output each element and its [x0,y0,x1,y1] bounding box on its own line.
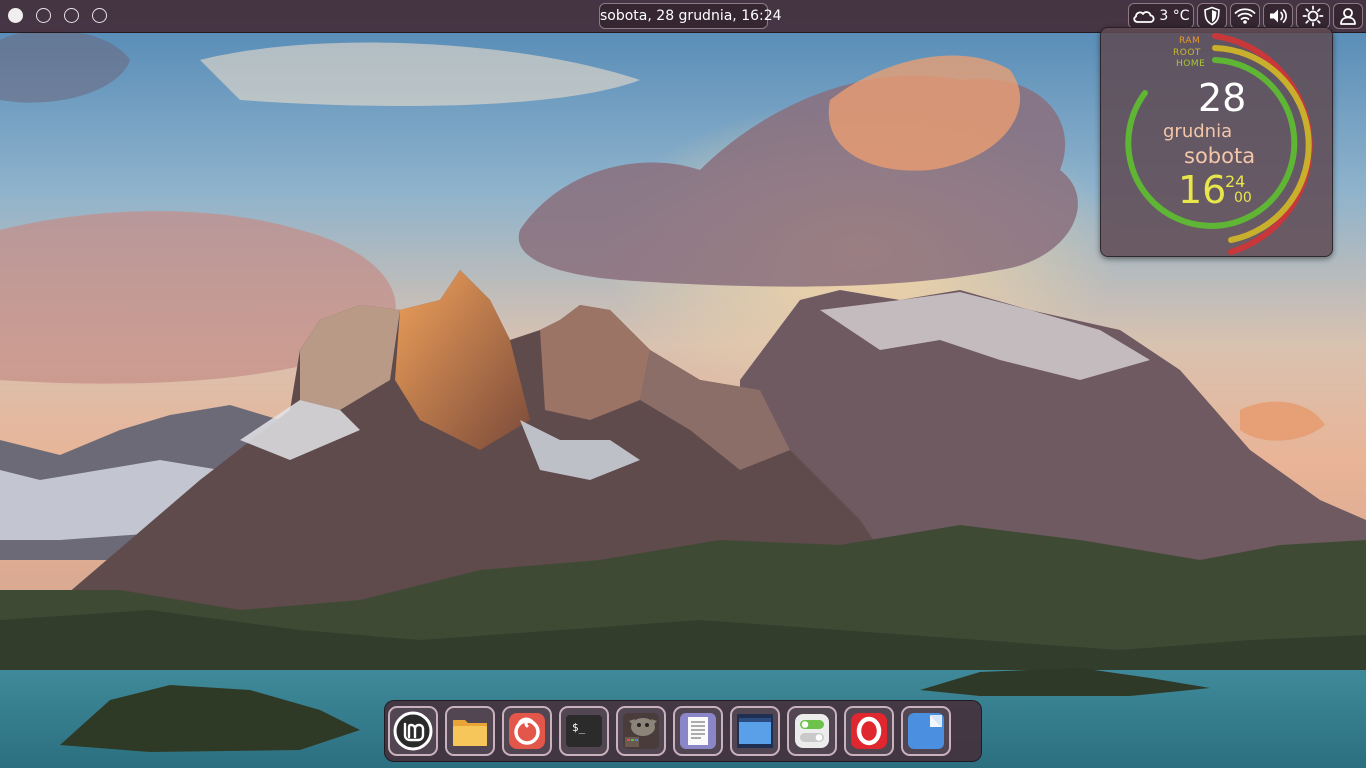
dock-item-text-editor[interactable] [673,706,723,756]
dock: $_ [384,700,982,762]
dock-item-settings[interactable] [787,706,837,756]
dock-item-menu[interactable] [388,706,438,756]
firefox-icon [509,713,545,749]
user-applet[interactable] [1333,3,1363,29]
dock-item-firefox[interactable] [502,706,552,756]
window-manager-icon [737,714,773,748]
widget-second: 00 [1234,190,1252,206]
widget-hour: 16 [1178,168,1227,212]
widget-weekday: sobota [1184,144,1256,168]
window-maximize-dot[interactable] [64,8,79,23]
brightness-icon [1302,5,1324,27]
dock-item-opera[interactable] [844,706,894,756]
text-editor-icon [680,713,716,749]
opera-icon [851,713,887,749]
widget-minute: 24 [1225,172,1246,191]
svg-text:$_: $_ [572,721,586,734]
settings-toggle-icon [795,714,829,748]
dock-item-gimp[interactable] [616,706,666,756]
terminal-icon: $_ [566,715,602,747]
dock-item-files[interactable] [445,706,495,756]
panel-clock[interactable]: sobota, 28 grudnia, 16:24 [599,3,782,29]
dock-item-document-viewer[interactable] [901,706,951,756]
root-label: ROOT [1173,48,1201,58]
mint-menu-icon [393,711,433,751]
wifi-icon [1234,8,1256,24]
user-icon [1340,8,1356,25]
clock-system-widget[interactable]: RAM ROOT HOME 28 grudnia sobota 16 24 00 [1100,27,1333,257]
window-minimize-dot[interactable] [36,8,51,23]
shield-icon [1204,6,1220,26]
widget-day: 28 [1198,76,1247,120]
home-label: HOME [1176,59,1206,69]
gimp-icon [623,713,659,749]
window-close-dot[interactable] [8,8,23,23]
weather-applet[interactable]: 3 °C [1128,3,1194,29]
widget-month: grudnia [1163,121,1233,142]
weather-temperature: 3 °C [1159,8,1190,24]
dock-item-window-manager[interactable] [730,706,780,756]
brightness-applet[interactable] [1296,3,1330,29]
files-icon [453,720,487,746]
document-viewer-icon [908,713,944,749]
dock-item-terminal[interactable]: $_ [559,706,609,756]
network-applet[interactable] [1230,3,1260,29]
volume-icon [1270,9,1287,23]
firewall-applet[interactable] [1197,3,1227,29]
weather-cloud-icon [1133,11,1155,23]
sound-applet[interactable] [1263,3,1293,29]
window-extra-dot[interactable] [92,8,107,23]
ram-label: RAM [1179,36,1201,46]
